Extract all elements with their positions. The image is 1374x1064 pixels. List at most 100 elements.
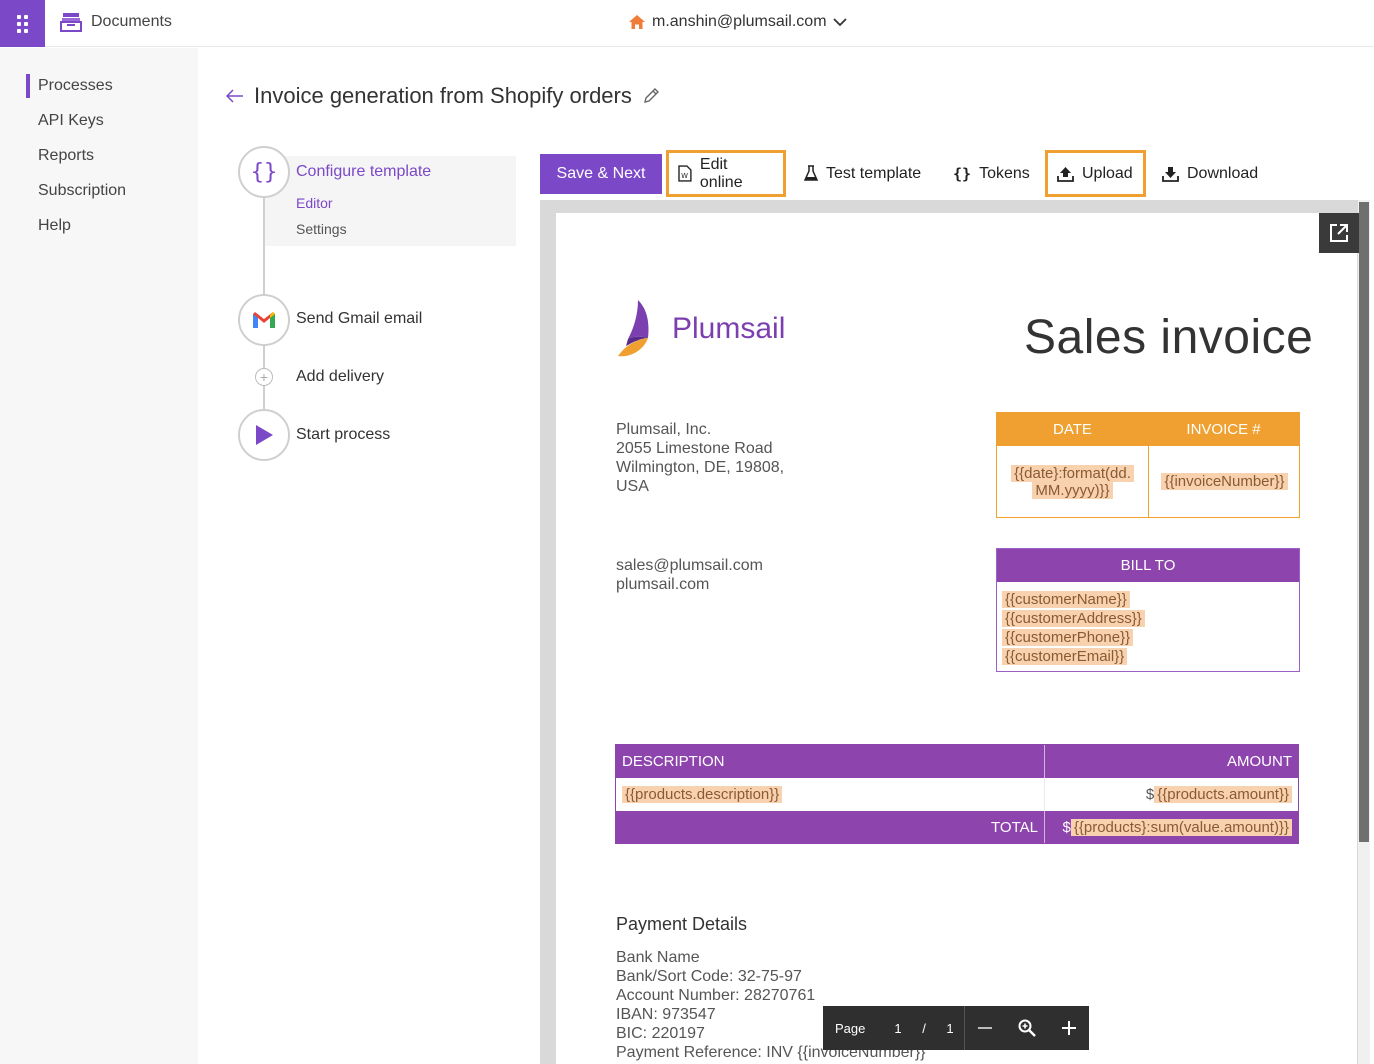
company-contact: sales@plumsail.com plumsail.com <box>616 556 763 594</box>
total-pages: 1 <box>946 1020 954 1036</box>
edit-online-label: Edit online <box>699 155 743 191</box>
products-header: DESCRIPTION AMOUNT <box>616 745 1298 778</box>
zoom-out-icon[interactable] <box>977 1020 993 1036</box>
total-token: {{products}:sum(value.amount)}} <box>1070 819 1292 836</box>
app-launcher-button[interactable] <box>0 0 45 47</box>
grid-icon <box>17 14 28 33</box>
test-template-button[interactable]: Test template <box>804 150 921 197</box>
payment-line: Bank Name <box>616 949 700 966</box>
braces-icon: {} <box>250 159 278 185</box>
preview-scrollbar-thumb[interactable] <box>1359 202 1369 842</box>
invoice-number-header: INVOICE # <box>1186 421 1261 438</box>
gmail-icon <box>253 312 275 328</box>
download-label: Download <box>1187 164 1259 182</box>
bill-to-body: {{customerName}} {{customerAddress}} {{c… <box>1002 590 1145 666</box>
customer-token: {{customerName}} <box>1002 591 1130 608</box>
invoice-number-token: {{invoiceNumber}} <box>1161 473 1288 490</box>
svg-text:W: W <box>681 172 688 180</box>
contact-website: plumsail.com <box>616 576 710 593</box>
sub-step-editor[interactable]: Editor <box>296 195 333 211</box>
start-step-circle[interactable] <box>238 409 290 461</box>
plumsail-logo: Plumsail <box>616 298 785 360</box>
sub-step-settings[interactable]: Settings <box>296 221 347 237</box>
column-divider <box>1044 745 1045 843</box>
description-header: DESCRIPTION <box>622 753 725 770</box>
customer-token: {{customerEmail}} <box>1002 648 1128 665</box>
chevron-down-icon <box>832 18 847 27</box>
sidebar-item-subscription[interactable]: Subscription <box>38 182 126 200</box>
documents-icon <box>60 13 82 32</box>
add-delivery-icon[interactable]: + <box>255 368 273 386</box>
top-bar: Documents m.anshin@plumsail.com <box>0 0 1374 47</box>
zoom-controls <box>965 1006 1089 1050</box>
description-token: {{products.description}} <box>622 786 783 803</box>
products-table: DESCRIPTION AMOUNT {{products.descriptio… <box>615 744 1299 844</box>
gmail-step-circle[interactable] <box>238 294 290 346</box>
back-arrow-icon[interactable] <box>226 89 244 103</box>
step-add-delivery[interactable]: Add delivery <box>296 368 384 386</box>
address-line: Wilmington, DE, 19808, <box>616 459 785 476</box>
sidebar-item-api-keys[interactable]: API Keys <box>38 112 104 130</box>
sidebar-item-processes[interactable]: Processes <box>26 74 113 98</box>
plumsail-sail-logo <box>618 300 649 357</box>
logo-text: Plumsail <box>672 312 786 345</box>
flask-icon <box>804 165 818 181</box>
page-header: Invoice generation from Shopify orders <box>226 83 660 109</box>
date-token: MM.yyyy)}} <box>1032 481 1113 499</box>
step-configure-template[interactable]: Configure template <box>296 163 431 181</box>
payment-line: Bank/Sort Code: 32-75-97 <box>616 968 802 985</box>
step-send-gmail[interactable]: Send Gmail email <box>296 310 422 328</box>
zoom-in-icon[interactable] <box>1061 1020 1077 1036</box>
sidebar: Processes API Keys Reports Subscription … <box>0 48 198 1064</box>
save-next-button[interactable]: Save & Next <box>540 154 662 194</box>
account-switcher[interactable]: m.anshin@plumsail.com <box>628 13 847 31</box>
date-table-header: DATE INVOICE # <box>997 413 1299 446</box>
pencil-icon[interactable] <box>642 87 660 105</box>
page-separator: / <box>922 1020 926 1036</box>
braces-icon: {} <box>953 164 972 183</box>
address-line: 2055 Limestone Road <box>616 440 773 457</box>
invoice-title: Sales invoice <box>1024 311 1314 364</box>
total-label: TOTAL <box>991 819 1038 836</box>
current-page-input[interactable]: 1 <box>885 1021 911 1036</box>
zoom-magnifier-icon[interactable] <box>1018 1019 1036 1037</box>
tokens-label: Tokens <box>979 164 1030 182</box>
sidebar-item-reports[interactable]: Reports <box>38 147 94 165</box>
account-email: m.anshin@plumsail.com <box>652 13 827 30</box>
external-link-icon <box>1330 224 1348 242</box>
page-indicator: Page 1 / 1 <box>823 1006 964 1050</box>
total-prefix: $ <box>1062 819 1071 836</box>
date-token-cell: {{date}:format(dd. MM.yyyy)}} <box>997 446 1148 517</box>
bill-to-table: BILL TO {{customerName}} {{customerAddre… <box>996 548 1300 672</box>
contact-email: sales@plumsail.com <box>616 557 763 574</box>
app-brand[interactable]: Documents <box>60 12 172 32</box>
sidebar-item-help[interactable]: Help <box>38 217 71 235</box>
date-invoice-table: DATE INVOICE # {{date}:format(dd. MM.yyy… <box>996 412 1300 518</box>
customer-token: {{customerAddress}} <box>1002 610 1145 627</box>
date-header: DATE <box>1053 421 1092 438</box>
test-template-label: Test template <box>826 164 922 182</box>
play-icon <box>256 425 273 445</box>
tokens-button[interactable]: {} Tokens <box>953 150 1030 197</box>
invoice-number-cell: {{invoiceNumber}} <box>1149 446 1300 517</box>
total-row: TOTAL $ {{products}:sum(value.amount)}} <box>616 811 1298 843</box>
customer-token: {{customerPhone}} <box>1002 629 1134 646</box>
products-row: {{products.description}} $ {{products.amo… <box>616 778 1298 811</box>
home-icon <box>629 15 645 29</box>
payment-details-title: Payment Details <box>616 914 748 934</box>
step-start-process[interactable]: Start process <box>296 426 390 444</box>
configure-step-circle[interactable]: {} <box>238 146 290 198</box>
date-token: {{date}:format(dd. <box>1011 464 1134 482</box>
upload-button[interactable]: Upload <box>1045 150 1146 197</box>
page-label: Page <box>835 1020 866 1036</box>
page-title: Invoice generation from Shopify orders <box>254 83 632 108</box>
open-new-window-button[interactable] <box>1319 213 1359 253</box>
download-button[interactable]: Download <box>1162 150 1258 197</box>
edit-online-button[interactable]: W Edit online <box>666 150 786 197</box>
word-doc-icon: W <box>678 165 692 182</box>
amount-prefix: $ <box>1145 786 1155 803</box>
bill-to-header: BILL TO <box>997 549 1299 582</box>
address-line: Plumsail, Inc. <box>616 421 712 438</box>
download-icon <box>1162 166 1179 182</box>
company-address: Plumsail, Inc. 2055 Limestone Road Wilmi… <box>616 420 784 496</box>
